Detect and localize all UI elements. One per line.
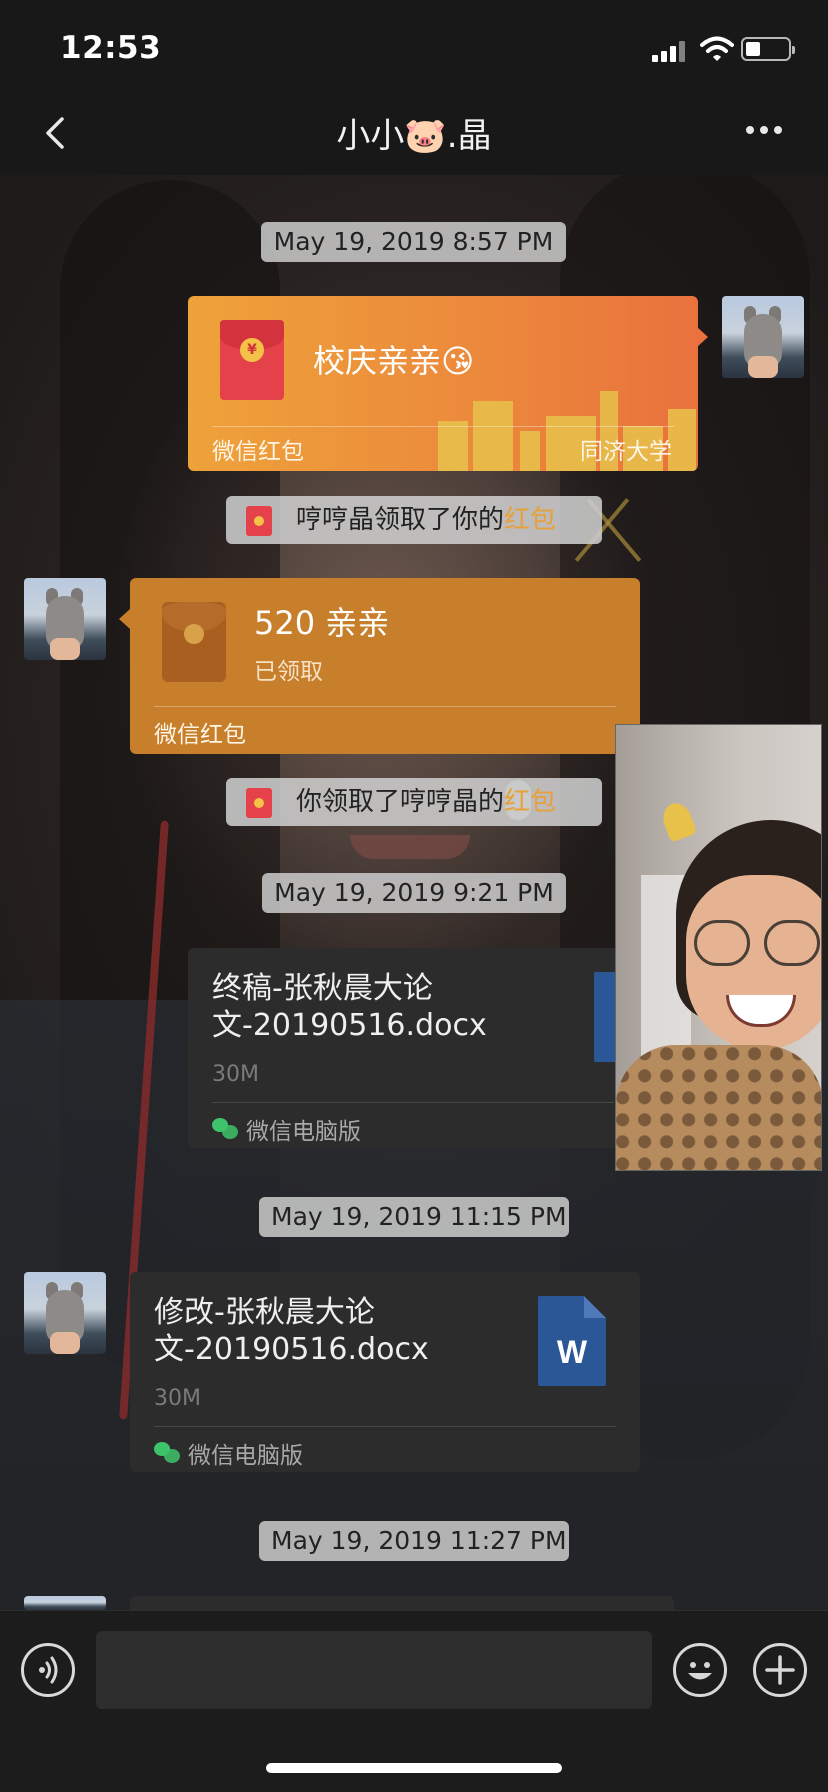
red-envelope-icon: [246, 506, 272, 536]
red-envelope-icon: [246, 788, 272, 818]
message-input[interactable]: [96, 1631, 652, 1709]
avatar-self[interactable]: [722, 296, 804, 378]
wechat-icon: [212, 1118, 238, 1140]
emoji-icon[interactable]: [673, 1643, 727, 1697]
avatar-contact[interactable]: [24, 1596, 106, 1610]
voice-icon[interactable]: [21, 1643, 75, 1697]
message-timestamp: May 19, 2019 9:21 PM: [262, 873, 566, 913]
chat-title: 小小🐷.晶: [336, 116, 492, 156]
file-source: 微信电脑版: [246, 1119, 361, 1145]
red-packet-message: 校庆亲亲😘: [313, 342, 475, 380]
opened-envelope-icon: [162, 602, 226, 682]
message-timestamp: May 19, 2019 11:27 PM: [259, 1521, 569, 1561]
red-packet-claim-notice: 哼哼晶领取了你的红包: [226, 496, 602, 544]
red-packet-theme: 同济大学: [580, 439, 672, 465]
red-packet-link[interactable]: 红包: [504, 787, 556, 817]
file-size: 30M: [212, 1062, 259, 1087]
file-source: 微信电脑版: [188, 1443, 303, 1469]
wechat-icon: [154, 1442, 180, 1464]
home-indicator[interactable]: [266, 1763, 562, 1773]
file-message[interactable]: 修改-张秋晨大论文-20190516.docx 30M W 微信电脑版: [130, 1272, 640, 1472]
red-packet-label: 微信红包: [154, 722, 246, 748]
word-document-icon: W: [538, 1296, 606, 1386]
ellipsis-icon[interactable]: [744, 123, 784, 137]
red-packet-label: 微信红包: [212, 439, 304, 465]
file-size: 30M: [154, 1386, 201, 1411]
input-bar: [0, 1610, 828, 1792]
cellular-signal-icon: [652, 40, 688, 62]
red-packet-message: 520 亲亲: [254, 604, 390, 642]
message-bubble-partial[interactable]: [130, 1596, 674, 1610]
wifi-icon: [700, 36, 734, 61]
avatar-contact[interactable]: [24, 578, 106, 660]
red-envelope-icon: ¥: [220, 320, 284, 400]
message-timestamp: May 19, 2019 11:15 PM: [259, 1197, 569, 1237]
status-time: 12:53: [60, 30, 162, 66]
battery-icon: [741, 37, 795, 61]
red-packet-status: 已领取: [254, 659, 323, 685]
file-name: 修改-张秋晨大论文-20190516.docx: [154, 1295, 429, 1367]
avatar-contact[interactable]: [24, 1272, 106, 1354]
message-timestamp: May 19, 2019 8:57 PM: [261, 222, 566, 262]
red-packet-sent[interactable]: ¥ 校庆亲亲😘 微信红包 同济大学: [188, 296, 698, 471]
plus-icon[interactable]: [753, 1643, 807, 1697]
red-packet-link[interactable]: 红包: [504, 505, 556, 535]
file-name: 终稿-张秋晨大论文-20190516.docx: [212, 971, 487, 1043]
status-bar: 12:53: [0, 0, 828, 95]
video-call-pip[interactable]: [615, 724, 822, 1171]
red-packet-claim-notice: 你领取了哼哼晶的红包: [226, 778, 602, 826]
chat-header: 小小🐷.晶: [0, 95, 828, 175]
red-packet-received[interactable]: 520 亲亲 已领取 微信红包: [130, 578, 640, 754]
file-message[interactable]: 终稿-张秋晨大论文-20190516.docx 30M 微信电脑版: [188, 948, 662, 1148]
